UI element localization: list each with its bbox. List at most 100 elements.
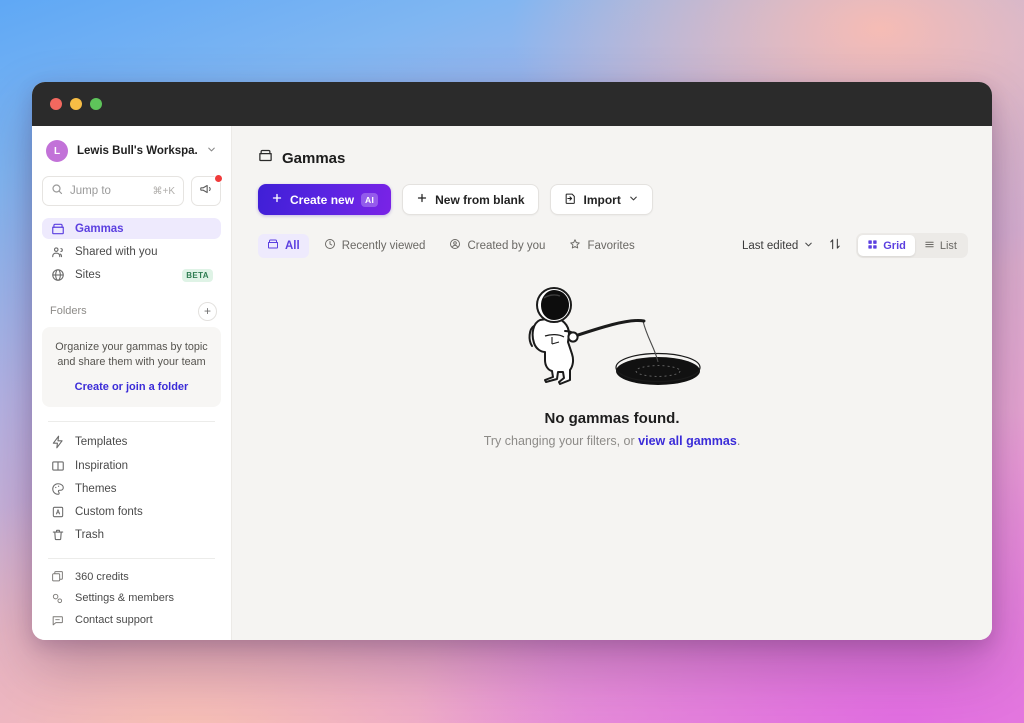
astronaut-fishing-black-hole-illustration bbox=[507, 276, 717, 396]
trash-icon bbox=[50, 528, 65, 542]
sort-by-dropdown[interactable]: Last edited bbox=[742, 239, 814, 253]
filters-row: All Recently viewed Created by you Favor… bbox=[258, 233, 968, 258]
sidebar-item-templates[interactable]: Templates bbox=[42, 432, 221, 453]
lightning-icon bbox=[50, 435, 65, 449]
create-or-join-folder-link[interactable]: Create or join a folder bbox=[54, 381, 209, 393]
empty-state-subtitle-prefix: Try changing your filters, or bbox=[483, 434, 639, 448]
new-from-blank-button[interactable]: New from blank bbox=[402, 184, 539, 215]
sidebar-item-label: Contact support bbox=[75, 614, 153, 627]
add-folder-button[interactable]: + bbox=[198, 301, 217, 321]
tab-label: Favorites bbox=[587, 239, 635, 252]
tab-favorites[interactable]: Favorites bbox=[560, 234, 643, 258]
tab-label: Recently viewed bbox=[341, 239, 426, 252]
sidebar-item-trash[interactable]: Trash bbox=[42, 525, 221, 546]
archive-icon bbox=[50, 222, 65, 236]
book-icon bbox=[50, 459, 65, 473]
sidebar: L Lewis Bull's Workspa... Jump to ⌘+K Ga… bbox=[32, 126, 232, 640]
sidebar-item-label: Settings & members bbox=[75, 592, 175, 605]
search-shortcut: ⌘+K bbox=[152, 185, 175, 197]
create-new-button[interactable]: Create new AI bbox=[258, 184, 392, 215]
chevron-down-icon bbox=[206, 144, 217, 158]
search-placeholder: Jump to bbox=[70, 185, 111, 197]
archive-icon bbox=[258, 148, 273, 168]
folders-empty-card: Organize your gammas by topic and share … bbox=[42, 326, 221, 408]
minimize-window-button[interactable] bbox=[70, 98, 82, 110]
sidebar-item-credits[interactable]: 360 credits bbox=[42, 567, 221, 587]
view-grid-label: Grid bbox=[883, 239, 906, 252]
import-icon bbox=[564, 192, 577, 208]
traffic-lights bbox=[50, 98, 102, 110]
sidebar-item-label: Inspiration bbox=[75, 459, 129, 472]
tab-recently-viewed[interactable]: Recently viewed bbox=[315, 234, 435, 258]
sidebar-item-settings-members[interactable]: Settings & members bbox=[42, 589, 221, 609]
empty-state: No gammas found. Try changing your filte… bbox=[232, 276, 992, 448]
import-button[interactable]: Import bbox=[549, 184, 653, 215]
chat-icon bbox=[50, 614, 65, 627]
ai-chip: AI bbox=[361, 192, 379, 207]
sidebar-item-label: Themes bbox=[75, 482, 117, 495]
sidebar-item-label: Trash bbox=[75, 529, 104, 542]
plus-icon bbox=[271, 192, 283, 207]
clock-icon bbox=[324, 238, 336, 253]
sidebar-divider-footer bbox=[48, 558, 215, 559]
megaphone-icon bbox=[199, 182, 213, 201]
plus-icon bbox=[416, 192, 428, 207]
filter-tabs: All Recently viewed Created by you Favor… bbox=[258, 233, 644, 258]
sidebar-item-inspiration[interactable]: Inspiration bbox=[42, 455, 221, 476]
workspace-name: Lewis Bull's Workspa... bbox=[77, 145, 197, 157]
new-from-blank-label: New from blank bbox=[435, 192, 525, 207]
tab-all[interactable]: All bbox=[258, 233, 309, 258]
view-grid-button[interactable]: Grid bbox=[858, 235, 915, 256]
sidebar-item-gammas[interactable]: Gammas bbox=[42, 218, 221, 240]
tab-label: Created by you bbox=[467, 239, 546, 252]
sidebar-item-themes[interactable]: Themes bbox=[42, 478, 221, 499]
credits-icon bbox=[50, 570, 65, 583]
notification-dot bbox=[214, 174, 223, 183]
sidebar-item-label: Custom fonts bbox=[75, 506, 143, 519]
sidebar-item-shared-with-you[interactable]: Shared with you bbox=[42, 241, 221, 262]
people-icon bbox=[50, 245, 65, 259]
empty-state-subtitle: Try changing your filters, or view all g… bbox=[484, 434, 741, 448]
sidebar-divider bbox=[48, 421, 215, 422]
view-toggle: Grid List bbox=[856, 233, 968, 258]
folders-header: Folders + bbox=[50, 301, 217, 321]
font-icon bbox=[50, 505, 65, 519]
sidebar-item-sites[interactable]: Sites BETA bbox=[42, 265, 221, 286]
maximize-window-button[interactable] bbox=[90, 98, 102, 110]
app-window: L Lewis Bull's Workspa... Jump to ⌘+K Ga… bbox=[32, 82, 992, 640]
grid-icon bbox=[867, 239, 878, 253]
view-controls: Last edited Grid List bbox=[742, 233, 968, 258]
sidebar-item-custom-fonts[interactable]: Custom fonts bbox=[42, 502, 221, 523]
globe-icon bbox=[50, 268, 65, 282]
chevron-down-icon bbox=[803, 239, 814, 253]
view-list-button[interactable]: List bbox=[915, 235, 966, 256]
view-all-gammas-link[interactable]: view all gammas bbox=[638, 434, 737, 448]
main-content: Gammas Create new AI New from blank Impo… bbox=[232, 126, 992, 640]
status-badge: BETA bbox=[182, 268, 213, 282]
user-circle-icon bbox=[449, 238, 461, 253]
sidebar-item-label: Templates bbox=[75, 436, 128, 449]
announcements-button[interactable] bbox=[191, 174, 223, 206]
app-body: L Lewis Bull's Workspa... Jump to ⌘+K Ga… bbox=[32, 126, 992, 640]
folders-title: Folders bbox=[50, 305, 87, 318]
view-list-label: List bbox=[939, 239, 957, 252]
create-new-label: Create new bbox=[290, 192, 355, 207]
search-input[interactable]: Jump to ⌘+K bbox=[42, 176, 184, 206]
archive-icon bbox=[267, 238, 279, 253]
action-buttons: Create new AI New from blank Import bbox=[258, 184, 968, 215]
page-header: Gammas bbox=[258, 148, 968, 168]
sort-arrows-icon[interactable] bbox=[826, 237, 844, 254]
star-icon bbox=[569, 238, 581, 253]
tab-created-by-you[interactable]: Created by you bbox=[440, 234, 554, 258]
workspace-switcher[interactable]: L Lewis Bull's Workspa... bbox=[42, 126, 221, 174]
gear-icon bbox=[50, 592, 65, 605]
folders-promo-text: Organize your gammas by topic and share … bbox=[55, 340, 208, 369]
window-titlebar bbox=[32, 82, 992, 126]
sidebar-item-label: Sites bbox=[75, 269, 101, 282]
import-label: Import bbox=[583, 192, 621, 207]
sidebar-item-contact-support[interactable]: Contact support bbox=[42, 610, 221, 630]
page-title: Gammas bbox=[282, 149, 346, 167]
empty-state-title: No gammas found. bbox=[544, 410, 680, 427]
search-icon bbox=[51, 182, 63, 200]
close-window-button[interactable] bbox=[50, 98, 62, 110]
